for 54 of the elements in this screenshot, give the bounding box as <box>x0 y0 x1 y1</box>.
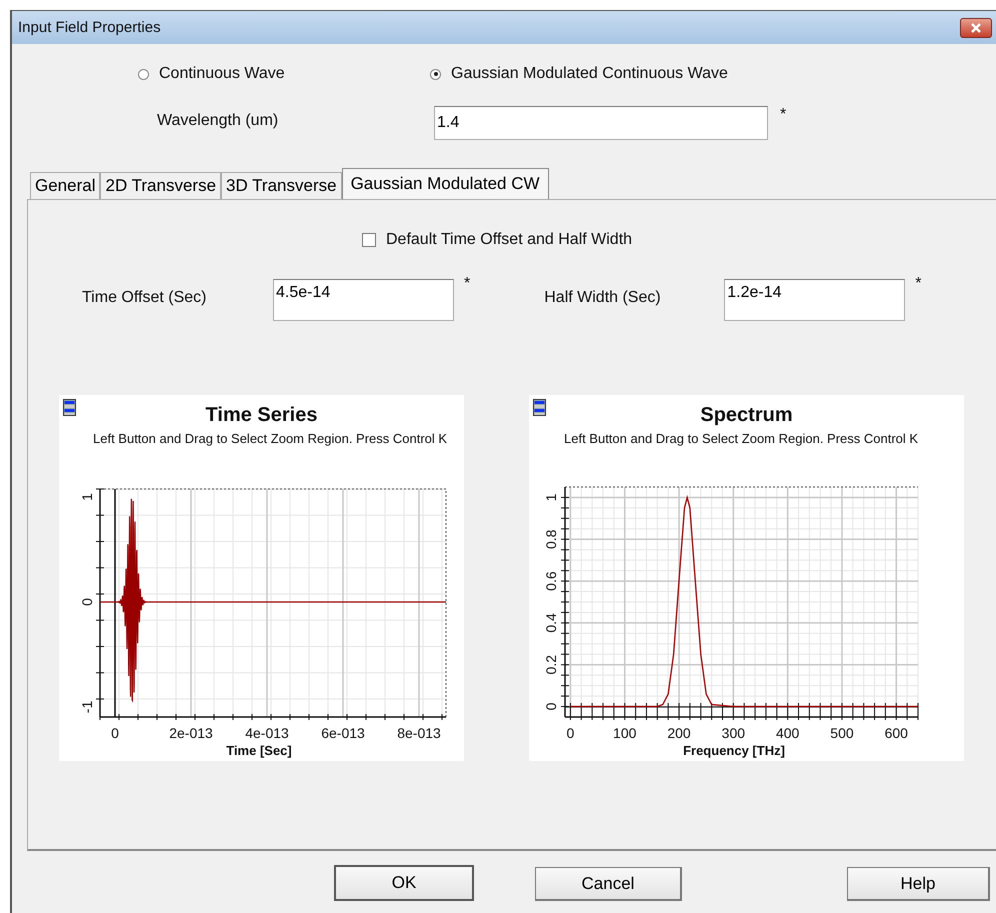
close-icon <box>970 22 982 32</box>
tick-label: 0.2 <box>543 655 559 674</box>
tab[interactable]: 2D Transverse <box>100 172 222 199</box>
radio-button[interactable] <box>138 68 149 80</box>
dialog-button[interactable]: Help <box>847 867 990 901</box>
field-label: Half Width (Sec) <box>544 289 662 307</box>
tick-label: 6e-013 <box>321 725 365 741</box>
tick-label: 100 <box>613 725 636 741</box>
axis-label: Time [Sec] <box>226 743 292 758</box>
tick-label: 0 <box>566 725 574 741</box>
tick-label: 8e-013 <box>397 725 441 741</box>
stacked-bars-icon[interactable] <box>63 399 76 416</box>
tick-label: 0.6 <box>543 571 559 591</box>
tick-label: 200 <box>667 725 691 741</box>
tick-label: 500 <box>830 725 854 741</box>
window-title: Input Field Properties <box>18 19 161 36</box>
field-label: Time Offset (Sec) <box>82 289 208 307</box>
wavelength-field[interactable]: 1.4 <box>434 106 768 140</box>
close-button[interactable] <box>960 18 992 38</box>
dialog-button[interactable]: Cancel <box>535 867 682 901</box>
checkbox[interactable] <box>362 233 376 247</box>
checkbox-option[interactable]: Default Time Offset and Half Width <box>362 231 996 249</box>
radio-option[interactable]: Continuous Wave <box>138 65 430 83</box>
chart-hint: Left Button and Drag to Select Zoom Region. Press Control K <box>92 430 448 448</box>
chart-title: Spectrum <box>700 404 793 427</box>
tick-label: 1 <box>79 493 95 501</box>
tick-label: 300 <box>722 725 746 741</box>
tab[interactable]: Gaussian Modulated CW <box>342 168 549 199</box>
tick-label: 0.8 <box>543 530 559 549</box>
chart-title: Time Series <box>206 404 318 427</box>
tick-label: 400 <box>776 725 800 741</box>
required-mark: * <box>915 275 922 293</box>
tick-label: 0 <box>111 725 119 741</box>
tick-label: 2e-013 <box>169 725 213 741</box>
tick-label: 600 <box>884 725 908 741</box>
tick-label: 4e-013 <box>245 725 289 741</box>
required-mark: * <box>464 275 470 293</box>
field-label: Wavelength (um) <box>157 112 280 130</box>
radio-button[interactable] <box>430 68 441 80</box>
axis-label: Frequency [THz] <box>683 743 785 758</box>
input-field[interactable]: 1.2e-14 <box>724 279 906 321</box>
tick-label: 1 <box>543 494 559 502</box>
chart-hint: Left Button and Drag to Select Zoom Region. Press Control K <box>563 430 920 448</box>
required-mark: * <box>780 106 786 124</box>
input-field[interactable]: 4.5e-14 <box>273 279 454 321</box>
tick-label: 0 <box>79 598 95 606</box>
radio-option[interactable]: Gaussian Modulated Continuous Wave <box>430 65 728 83</box>
tick-label: 0 <box>543 702 559 710</box>
tick-label: 0.4 <box>543 613 559 633</box>
tab[interactable]: General <box>30 172 100 199</box>
tick-label: -1 <box>79 700 95 714</box>
tab[interactable]: 3D Transverse <box>221 172 342 199</box>
stacked-bars-icon[interactable] <box>533 399 546 416</box>
dialog-button[interactable]: OK <box>334 865 474 901</box>
